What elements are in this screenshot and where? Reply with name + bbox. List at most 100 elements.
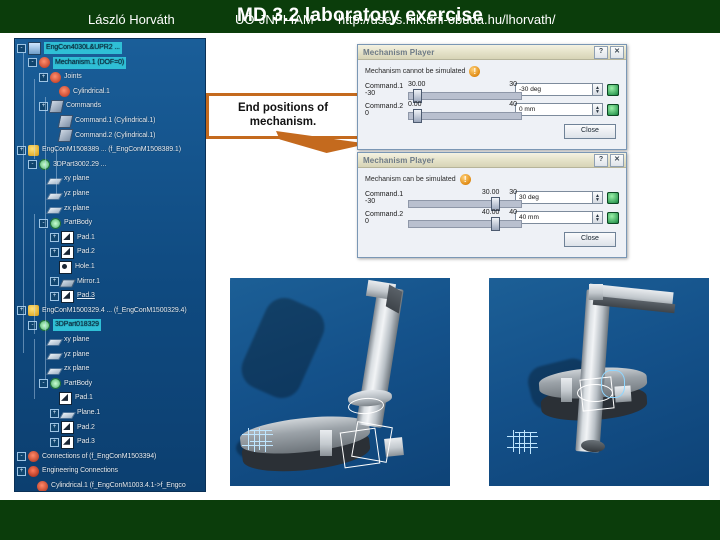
tree-node[interactable]: yz plane (39, 349, 89, 361)
specification-tree-panel[interactable]: - EngCon4030L&UPR2 ... - Mechanism.1 (DOF=0… (14, 38, 206, 492)
command-value-input[interactable]: -30 deg (515, 83, 593, 96)
collapse-icon[interactable]: - (39, 379, 48, 389)
expand-icon[interactable]: + (50, 408, 59, 418)
expand-icon[interactable]: + (39, 72, 48, 82)
slider-track[interactable] (407, 200, 522, 208)
slider-thumb[interactable] (490, 217, 500, 231)
tree-connector-line (56, 149, 57, 194)
expand-icon[interactable]: + (17, 145, 26, 155)
tree-node[interactable]: + Pad.2 (50, 421, 95, 435)
dialog-titlebar[interactable]: Mechanism Player? ✕ (358, 45, 626, 60)
command-slider[interactable]: 30.00 30 (407, 81, 522, 103)
mechanism-player-1[interactable]: Mechanism Player? ✕ Mechanism cannot be si… (357, 44, 627, 150)
play-simulation-icon[interactable] (607, 83, 619, 96)
tree-node[interactable]: zx plane (39, 363, 89, 375)
expand-icon[interactable]: + (50, 291, 59, 301)
expand-icon[interactable]: + (39, 101, 48, 111)
tree-node[interactable]: - Connections of (f_EngConM1503394) (17, 451, 156, 463)
tree-node[interactable]: - PartBody (39, 217, 92, 229)
mechanism-player-2[interactable]: Mechanism Player? ✕ Mechanism can be simul… (357, 152, 627, 258)
command-label: Command.2 0 (365, 211, 404, 225)
spinner-stepper[interactable]: ▲ ▼ (593, 191, 603, 204)
close-button[interactable]: Close (564, 232, 616, 247)
tree-node[interactable]: + Mirror.1 (50, 276, 100, 288)
tree-node[interactable]: + EngConM1500329.4 ... (f_EngConM1500329.… (17, 305, 187, 317)
spinner-stepper[interactable]: ▲ ▼ (593, 83, 603, 96)
expand-icon[interactable]: + (17, 466, 26, 476)
dialog-footer: Close (365, 230, 619, 252)
tree-node-label: Joints (64, 73, 82, 81)
tree-node[interactable]: Cylindrical.1 (50, 86, 110, 98)
slider-track[interactable] (407, 92, 522, 100)
collapse-icon[interactable]: - (17, 43, 26, 53)
expand-icon[interactable]: + (50, 437, 59, 447)
collapse-icon[interactable]: - (28, 160, 37, 170)
expand-icon[interactable]: + (50, 247, 59, 257)
tree-node[interactable]: - 3DPart018329 (28, 319, 101, 332)
cast-shadow (235, 291, 331, 405)
play-simulation-icon[interactable] (607, 103, 619, 116)
command-slider[interactable]: 0.00 40 (407, 101, 522, 123)
tree-node[interactable]: - Mechanism.1 (DOF=0) (28, 56, 127, 69)
tree-node[interactable]: xy plane (39, 334, 89, 346)
tree-node[interactable]: + Pad.2 (50, 245, 95, 259)
command-label: Command.1 -30 (365, 191, 404, 205)
spinner-stepper[interactable]: ▲ ▼ (593, 211, 603, 224)
status-message-row: Mechanism can be simulated! (365, 174, 619, 185)
tree-node[interactable]: yz plane (39, 188, 89, 200)
close-icon[interactable]: ✕ (610, 45, 624, 59)
command-value-input[interactable]: 0 mm (515, 103, 593, 116)
slider-track[interactable] (407, 112, 522, 120)
tree-node-label: Mirror.1 (77, 277, 100, 285)
command-value-input[interactable]: 30 deg (515, 191, 593, 204)
tree-node[interactable]: Command.2 (Cylindrical.1) (50, 129, 155, 143)
tree-node[interactable]: zx plane (39, 203, 89, 215)
help-icon[interactable]: ? (594, 45, 608, 59)
slider-track[interactable] (407, 220, 522, 228)
tree-node[interactable]: + Pad.3 (50, 289, 95, 303)
play-simulation-icon[interactable] (607, 211, 619, 224)
expand-icon[interactable]: + (50, 277, 59, 287)
tree-node[interactable]: - 3DPart3002.29 ... (28, 159, 106, 171)
tree-node[interactable]: + Pad.3 (50, 435, 95, 449)
dialog-titlebar[interactable]: Mechanism Player? ✕ (358, 153, 626, 168)
tree-node[interactable]: + EngConM1508389 ... (f_EngConM1508389.1) (17, 144, 181, 156)
viewport-end-position[interactable] (489, 278, 709, 486)
tree-node[interactable]: - PartBody (39, 378, 92, 390)
expand-icon[interactable]: + (50, 233, 59, 243)
collapse-icon[interactable]: - (17, 452, 26, 462)
tree-node[interactable]: + Engineering Connections (17, 465, 118, 477)
command-row: Command.2 0 40.00 40 40 mm ▲ ▼ (365, 209, 619, 231)
close-button[interactable]: Close (564, 124, 616, 139)
command-slider[interactable]: 40.00 40 (407, 209, 522, 231)
command-icon (57, 129, 74, 143)
close-icon[interactable]: ✕ (610, 153, 624, 167)
tree-node[interactable]: Pad.1 (50, 391, 93, 405)
footer-url[interactable]: http://users.nik.uni-obuda.hu/lhorvath/ (338, 12, 556, 27)
tree-node[interactable]: Hole.1 (50, 260, 95, 274)
slider-thumb[interactable] (413, 109, 423, 123)
tree-node[interactable]: + Joints (39, 71, 82, 83)
tree-node[interactable]: Command.1 (Cylindrical.1) (50, 114, 156, 128)
tree-node[interactable]: - EngCon4030L&UPR2 ... (17, 41, 122, 55)
footer-organization: UÓ-JNFI-IAM (235, 12, 314, 27)
expand-icon[interactable]: + (17, 306, 26, 316)
compass-axis (242, 428, 276, 462)
tree-node[interactable]: + Pad.1 (50, 231, 95, 245)
play-simulation-icon[interactable] (607, 191, 619, 204)
collapse-icon[interactable]: - (39, 218, 48, 228)
collapse-icon[interactable]: - (28, 320, 37, 330)
help-icon[interactable]: ? (594, 153, 608, 167)
spinner-stepper[interactable]: ▲ ▼ (593, 103, 603, 116)
tree-node-label: Command.1 (Cylindrical.1) (75, 117, 156, 124)
tree-node[interactable]: Cylindrical.1 (f_EngConM1003.4.1->f_Engc… (28, 480, 186, 491)
tree-node[interactable]: xy plane (39, 173, 89, 185)
tree-node[interactable]: + Commands (39, 99, 101, 113)
command-slider[interactable]: 30.00 30 (407, 189, 522, 211)
command-value-input[interactable]: 40 mm (515, 211, 593, 224)
viewport-start-position[interactable] (230, 278, 450, 486)
tree-connector-line (45, 229, 46, 379)
collapse-icon[interactable]: - (28, 58, 37, 68)
expand-icon[interactable]: + (50, 423, 59, 433)
tree-node[interactable]: + Plane.1 (50, 407, 100, 419)
